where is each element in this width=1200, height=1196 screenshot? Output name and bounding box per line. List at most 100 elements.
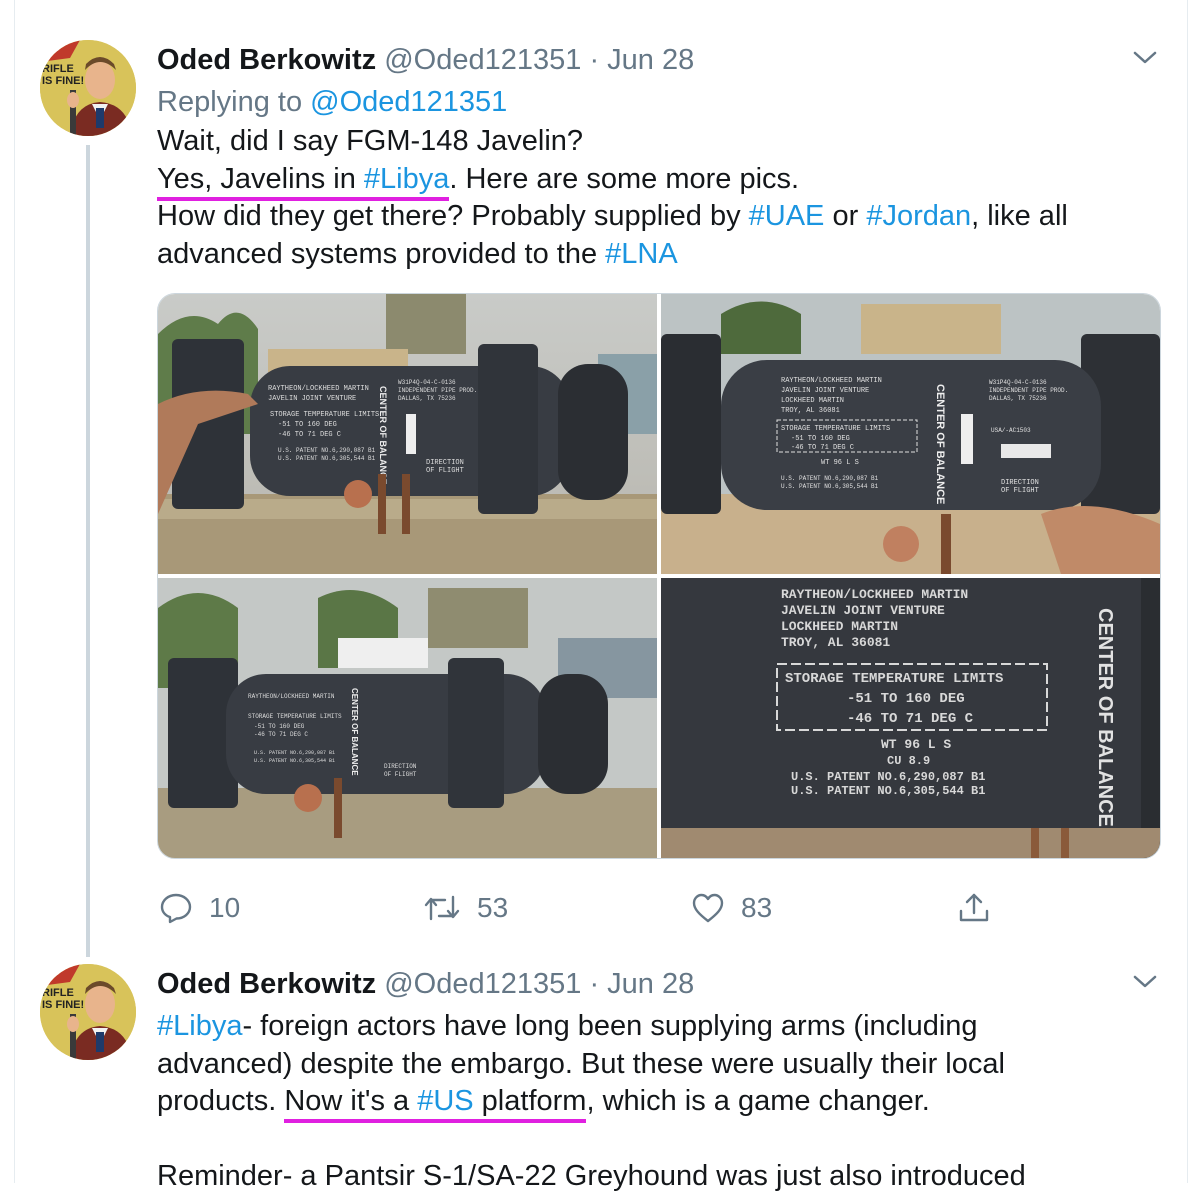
photo-label: CENTER OF BALANCE: [1094, 608, 1116, 827]
hashtag-uae[interactable]: #UAE: [749, 200, 825, 232]
photo-label: U.S. PATENT NO.6,305,544 B1: [791, 784, 985, 798]
tweet-text-line: #Libya- foreign actors have long been su…: [157, 1008, 1157, 1046]
text-segment: advanced) despite the embargo. But these…: [157, 1047, 1005, 1080]
separator-dot: ·: [589, 968, 600, 1000]
hashtag-libya[interactable]: #Libya: [364, 163, 449, 195]
tweet-text-line: [157, 1121, 1157, 1159]
highlighted-phrase: Yes, Javelins in #Libya: [157, 162, 450, 201]
author-name[interactable]: Oded Berkowitz: [157, 968, 376, 1000]
avatar-text: RIFLE: [42, 987, 74, 999]
tweet-text-line: Yes, Javelins in #Libya. Here are some m…: [157, 161, 1157, 201]
highlighted-phrase: Now it's a #US platform: [284, 1085, 587, 1123]
photo-label: U.S. PATENT NO.6,290,087 B1: [278, 447, 376, 454]
tweet-date[interactable]: Jun 28: [607, 44, 694, 76]
photo-label: USA/-AC1503: [991, 427, 1031, 434]
retweet-button[interactable]: 53: [423, 886, 508, 930]
hashtag-jordan[interactable]: #Jordan: [866, 200, 971, 232]
avatar-image: ET! RIFLE IS FINE!: [40, 40, 136, 136]
photo-label: DALLAS, TX 75236: [398, 395, 456, 402]
tweet-text-line: advanced systems provided to the #LNA: [157, 236, 1157, 274]
photo-label: U.S. PATENT NO.6,305,544 B1: [278, 455, 376, 462]
avatar-text: IS FINE!: [42, 75, 84, 87]
photo-label: JAVELIN JOINT VENTURE: [268, 395, 356, 403]
like-icon: [691, 892, 725, 924]
text-segment: Yes, Javelins in: [157, 162, 364, 195]
photo-label: JAVELIN JOINT VENTURE: [781, 387, 869, 395]
text-segment: Reminder- a Pantsir S-1/SA-22 Greyhound …: [157, 1160, 1026, 1192]
tweet-text: Wait, did I say FGM-148 Javelin? Yes, Ja…: [157, 123, 1157, 273]
photo-label: RAYTHEON/LOCKHEED MARTIN: [248, 693, 335, 700]
photo-label: CENTER OF BALANCE: [934, 384, 946, 504]
photo-label: W31P4Q-04-C-0136: [989, 379, 1047, 386]
photo-label: TROY, AL 36081: [781, 635, 890, 650]
chevron-down-icon[interactable]: [1132, 48, 1158, 68]
text-segment: , like all: [971, 200, 1068, 232]
hashtag-libya[interactable]: #Libya: [157, 1010, 242, 1042]
tweet-date[interactable]: Jun 28: [607, 968, 694, 1000]
replying-to: Replying to @Oded121351: [157, 84, 507, 120]
tweet-text: #Libya- foreign actors have long been su…: [157, 1008, 1157, 1196]
author-handle[interactable]: @Oded121351: [384, 968, 581, 1000]
text-segment: , which is a game changer.: [586, 1085, 930, 1117]
avatar[interactable]: ET! RIFLE IS FINE!: [40, 964, 136, 1060]
photo-label: CU 8.9: [887, 754, 930, 768]
tweet-text-line: How did they get there? Probably supplie…: [157, 198, 1157, 236]
hashtag-us[interactable]: #US: [417, 1085, 473, 1117]
tweet-text-line: Reminder- a Pantsir S-1/SA-22 Greyhound …: [157, 1158, 1157, 1196]
photo-label: OF FLIGHT: [1001, 487, 1039, 495]
photo-label: U.S. PATENT NO.6,290,087 B1: [791, 770, 985, 784]
photo-label: CENTER OF BALANCE: [350, 688, 359, 776]
hashtag-lna[interactable]: #LNA: [605, 238, 678, 270]
photo-label: INDEPENDENT PIPE PROD.: [398, 387, 477, 394]
reply-count: 10: [209, 892, 241, 923]
avatar-text: IS FINE!: [42, 999, 84, 1011]
separator-dot: ·: [589, 44, 600, 76]
photo-label: WT 96 L S: [881, 737, 951, 752]
chevron-down-icon[interactable]: [1132, 972, 1158, 992]
photo-label: U.S. PATENT NO.6,305,544 B1: [254, 758, 335, 764]
photo-2[interactable]: RAYTHEON/LOCKHEED MARTIN JAVELIN JOINT V…: [661, 294, 1160, 574]
avatar[interactable]: ET! RIFLE IS FINE!: [40, 40, 136, 136]
photo-label: LOCKHEED MARTIN: [781, 397, 844, 405]
share-button[interactable]: [957, 886, 991, 930]
share-icon: [957, 891, 991, 925]
photo-label: OF FLIGHT: [384, 771, 417, 778]
photo-label: -46 TO 71 DEG C: [791, 444, 854, 452]
photo-label: INDEPENDENT PIPE PROD.: [989, 387, 1068, 394]
author-handle[interactable]: @Oded121351: [384, 44, 581, 76]
photo-label: STORAGE TEMPERATURE LIMITS: [781, 425, 890, 433]
text-segment: How did they get there? Probably supplie…: [157, 200, 749, 232]
reply-icon: [159, 891, 193, 925]
photo-label: DIRECTION: [1001, 479, 1039, 487]
photo-label: -51 TO 160 DEG: [847, 691, 965, 707]
photo-label: STORAGE TEMPERATURE LIMITS: [270, 411, 379, 419]
author-name[interactable]: Oded Berkowitz: [157, 44, 376, 76]
avatar-image: ET! RIFLE IS FINE!: [40, 964, 136, 1060]
photo-label: RAYTHEON/LOCKHEED MARTIN: [781, 377, 882, 385]
photo-label: U.S. PATENT NO.6,290,087 B1: [781, 475, 879, 482]
tweet-text-line: products. Now it's a #US platform, which…: [157, 1083, 1157, 1123]
reply-button[interactable]: 10: [159, 886, 240, 930]
tweet-actions: 10 53 83: [157, 886, 1159, 930]
photo-label: TROY, AL 36081: [781, 407, 840, 415]
replying-prefix: Replying to: [157, 86, 303, 118]
photo-3[interactable]: RAYTHEON/LOCKHEED MARTIN STORAGE TEMPERA…: [158, 578, 657, 858]
replying-handle-link[interactable]: @Oded121351: [310, 86, 507, 118]
photo-4[interactable]: RAYTHEON/LOCKHEED MARTIN JAVELIN JOINT V…: [661, 578, 1160, 858]
photo-label: DIRECTION: [384, 763, 417, 770]
photo-label: DIRECTION: [426, 459, 464, 467]
photo-label: RAYTHEON/LOCKHEED MARTIN: [781, 587, 968, 602]
photo-label: -46 TO 71 DEG C: [847, 711, 974, 727]
like-button[interactable]: 83: [691, 886, 772, 930]
photo-label: RAYTHEON/LOCKHEED MARTIN: [268, 385, 369, 393]
photo-label: W31P4Q-04-C-0136: [398, 379, 456, 386]
thread-connector-line: [86, 145, 90, 957]
photo-label: LOCKHEED MARTIN: [781, 619, 898, 634]
photo-label: U.S. PATENT NO.6,290,087 B1: [254, 750, 335, 756]
tweet-header: Oded Berkowitz @Oded121351 · Jun 28: [157, 966, 694, 1002]
tweet-text-line: advanced) despite the embargo. But these…: [157, 1046, 1157, 1084]
photo-label: -46 TO 71 DEG C: [254, 731, 308, 738]
text-segment: products.: [157, 1085, 285, 1117]
photo-1[interactable]: RAYTHEON/LOCKHEED MARTIN JAVELIN JOINT V…: [158, 294, 657, 574]
text-segment: platform: [473, 1085, 587, 1117]
